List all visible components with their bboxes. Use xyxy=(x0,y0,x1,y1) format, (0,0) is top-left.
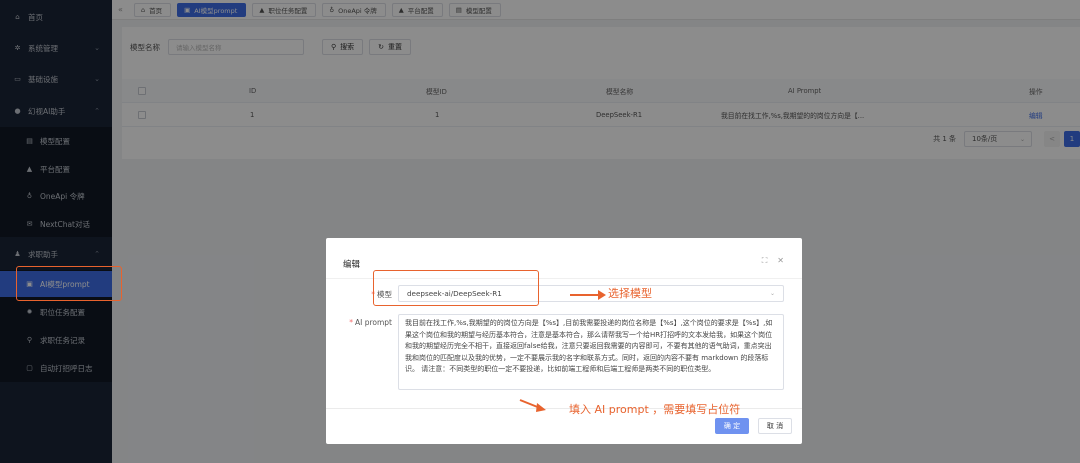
highlight-box-ai-prompt xyxy=(16,266,122,301)
dialog-title: 编辑 xyxy=(343,260,361,270)
annotation-fill-prompt: 填入 AI prompt ，需要填写占位符 xyxy=(569,403,741,416)
confirm-button[interactable]: 确 定 xyxy=(715,418,749,434)
chevron-down-icon: ⌄ xyxy=(769,290,775,297)
cancel-button[interactable]: 取 消 xyxy=(758,418,792,434)
arrow-icon xyxy=(570,290,606,300)
fullscreen-icon[interactable]: ⛶ xyxy=(762,256,768,266)
prompt-textarea[interactable]: 我目前在找工作,%s,我期望的的岗位方向是【%s】,目前我需要投递的岗位名称是【… xyxy=(398,314,784,390)
prompt-label: * AI prompt xyxy=(349,318,392,327)
highlight-box-model xyxy=(373,270,539,306)
arrow-icon xyxy=(519,399,546,412)
dialog-controls: ⛶ ✕ xyxy=(752,256,784,266)
annotation-select-model: 选择模型 xyxy=(608,287,652,300)
close-icon[interactable]: ✕ xyxy=(777,256,784,266)
